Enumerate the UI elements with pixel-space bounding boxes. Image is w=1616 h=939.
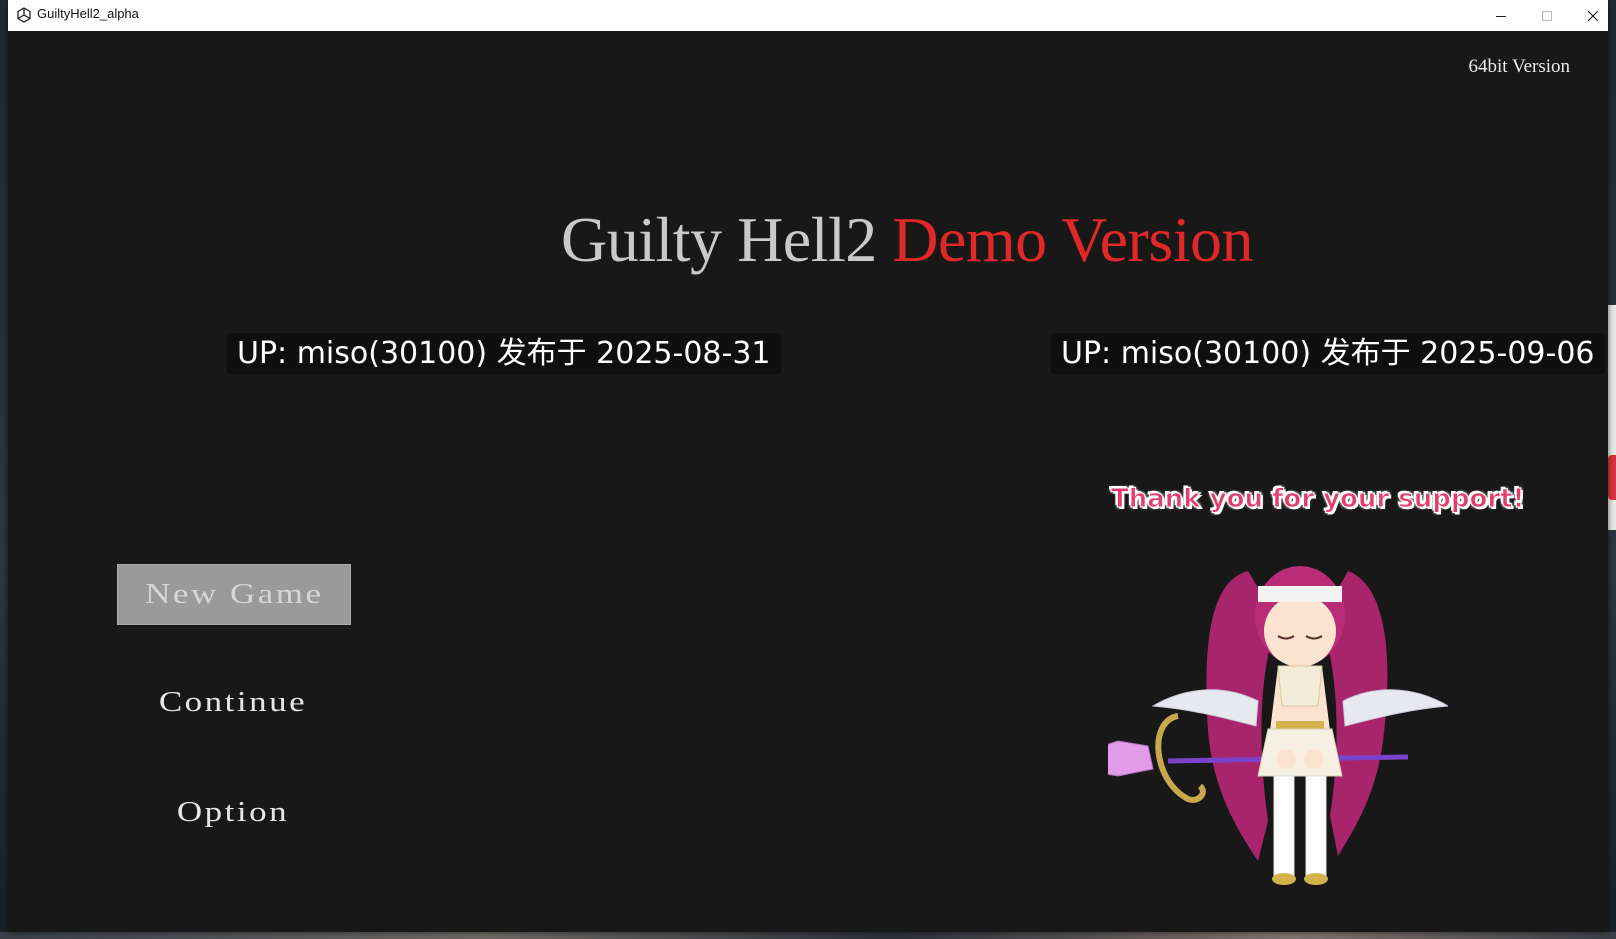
close-icon	[1587, 10, 1599, 21]
desktop-background: GuiltyHell2_alpha 64bit Version Guilty H…	[0, 0, 1616, 939]
angel-character-illustration	[1108, 566, 1448, 885]
game-title: Guilty Hell2 Demo Version	[561, 203, 1254, 277]
game-window: GuiltyHell2_alpha 64bit Version Guilty H…	[8, 0, 1608, 932]
option-button[interactable]: Option	[88, 783, 378, 842]
watermark-left: UP: miso(30100) 发布于 2025-08-31	[227, 333, 781, 374]
version-label: 64bit Version	[1468, 56, 1570, 77]
game-title-accent: Demo Version	[892, 204, 1254, 275]
new-game-button[interactable]: New Game	[117, 564, 351, 625]
taskbar-edge	[0, 932, 1616, 939]
option-label: Option	[176, 796, 290, 828]
maximize-button[interactable]	[1524, 0, 1570, 31]
maximize-icon	[1542, 10, 1552, 21]
window-title: GuiltyHell2_alpha	[37, 6, 139, 21]
game-canvas: 64bit Version Guilty Hell2 Demo Version …	[8, 31, 1608, 932]
watermark-right: UP: miso(30100) 发布于 2025-09-06	[1051, 333, 1605, 374]
window-titlebar[interactable]: GuiltyHell2_alpha	[8, 0, 1608, 32]
continue-label: Continue	[158, 686, 308, 718]
game-title-main: Guilty Hell2	[561, 204, 877, 275]
new-game-label: New Game	[144, 578, 324, 610]
minimize-icon	[1496, 15, 1506, 17]
continue-button[interactable]: Continue	[88, 673, 378, 732]
close-button[interactable]	[1570, 0, 1616, 31]
support-message: Thank you for your support!	[1110, 484, 1525, 515]
minimize-button[interactable]	[1478, 0, 1524, 31]
background-window-accent	[1608, 455, 1616, 500]
unity-icon	[17, 7, 31, 23]
